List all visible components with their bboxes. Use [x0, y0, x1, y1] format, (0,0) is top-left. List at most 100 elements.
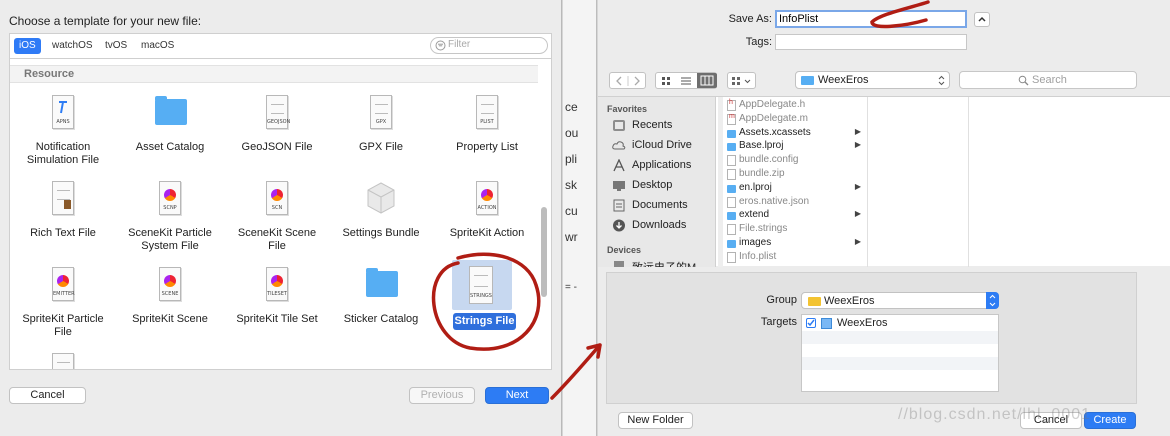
create-button[interactable]: Create: [1084, 412, 1136, 429]
template-partial[interactable]: [10, 353, 116, 369]
back-icon: [616, 76, 622, 86]
file-name: en.lproj: [739, 181, 772, 193]
tab-watchos[interactable]: watchOS: [47, 38, 98, 54]
file-name: AppDelegate.m: [739, 112, 808, 124]
file-row[interactable]: m AppDelegate.m: [727, 113, 867, 126]
template-label: Notification Simulation File: [26, 141, 100, 166]
template-property-list[interactable]: PLIST Property List: [434, 95, 540, 179]
file-icon: [727, 169, 736, 180]
disclosure-arrow-icon: ▶: [854, 209, 861, 219]
chevron-up-icon: [978, 16, 986, 22]
template-spritekit-scene[interactable]: SCENE SpriteKit Scene: [117, 267, 223, 351]
empty-row: [802, 357, 998, 370]
tab-macos[interactable]: macOS: [136, 38, 179, 54]
file-row[interactable]: File.strings: [727, 223, 867, 236]
target-checkbox[interactable]: [806, 318, 816, 328]
folder-row[interactable]: images ▶: [727, 237, 867, 250]
template-spritekit-action[interactable]: ACTION SpriteKit Action: [434, 181, 540, 265]
sidebar-item-documents[interactable]: Documents: [612, 198, 712, 214]
file-name: images: [739, 237, 772, 248]
file-row[interactable]: Info.plist: [727, 251, 867, 264]
cancel-button[interactable]: Cancel: [9, 387, 86, 404]
group-value: WeexEros: [824, 295, 875, 307]
sidebar-item-device[interactable]: 致远电子的M: [612, 258, 712, 267]
sidebar-item-recents[interactable]: Recents: [612, 118, 712, 134]
platform-tab-bar: iOS watchOS tvOS macOS Filter: [9, 33, 552, 58]
file-name: Info.plist: [739, 250, 777, 262]
apns-file-icon: APNS: [48, 95, 78, 133]
template-rich-text-file[interactable]: Rich Text File: [10, 181, 116, 265]
file-row[interactable]: h AppDelegate.h: [727, 99, 867, 112]
template-strings-file-selected[interactable]: STRINGS: [452, 260, 512, 310]
previous-button[interactable]: Previous: [409, 387, 475, 404]
file-icon: [48, 353, 78, 369]
folder-row[interactable]: en.lproj ▶: [727, 182, 867, 195]
template-settings-bundle[interactable]: Settings Bundle: [328, 181, 434, 265]
disclosure-arrow-icon: ▶: [854, 237, 861, 246]
favorites-heading: Favorites: [607, 104, 648, 114]
sidebar-item-downloads[interactable]: Downloads: [612, 218, 712, 234]
template-scenekit-scene-file[interactable]: SCN SceneKit Scene File: [224, 181, 330, 265]
sidebar-item-applications[interactable]: Applications: [612, 158, 712, 174]
rtf-file-icon: [48, 181, 78, 219]
group-popup[interactable]: WeexEros: [801, 292, 999, 309]
selected-template-label[interactable]: Strings File: [453, 313, 516, 330]
template-scenekit-particle-system-file[interactable]: SCNP SceneKit Particle System File: [117, 181, 223, 265]
expand-button[interactable]: [974, 12, 990, 27]
updown-chevron-icon: [938, 75, 945, 86]
view-mode-buttons[interactable]: [655, 72, 717, 89]
folder-row[interactable]: extend ▶: [727, 209, 867, 222]
background-text: = -: [565, 282, 577, 293]
empty-row: [802, 331, 998, 344]
save-as-field[interactable]: [775, 10, 967, 28]
file-name: bundle.zip: [739, 168, 785, 179]
template-spritekit-particle-file[interactable]: EMITTER SpriteKit Particle File: [10, 267, 116, 351]
save-sheet: Save As: Tags: WeexEros Search Favorites: [598, 0, 1170, 436]
template-gpx-file[interactable]: GPX GPX File: [328, 95, 434, 179]
template-geojson-file[interactable]: GEOJSON GeoJSON File: [224, 95, 330, 179]
icon-view-icon[interactable]: [658, 75, 674, 87]
file-icon: [727, 155, 736, 167]
search-field[interactable]: Search: [959, 71, 1137, 89]
targets-label: Targets: [760, 316, 797, 328]
updown-chevron-icon: [986, 292, 999, 309]
target-row[interactable]: WeexEros: [802, 315, 998, 331]
tab-ios[interactable]: iOS: [14, 38, 41, 54]
file-column: h AppDelegate.h m AppDelegate.m Assets.xcass…: [718, 97, 868, 267]
filter-field[interactable]: Filter: [430, 37, 548, 54]
empty-row: [802, 370, 998, 383]
template-label: SceneKit Particle System File: [128, 227, 212, 252]
file-row[interactable]: eros.native.json: [727, 196, 867, 209]
scnp-file-icon: SCNP: [155, 181, 185, 219]
file-row[interactable]: bundle.zip: [727, 168, 867, 181]
next-button[interactable]: Next: [485, 387, 549, 404]
tab-tvos[interactable]: tvOS: [100, 38, 132, 54]
background-window: ce ou pli sk cu wr = -: [563, 0, 597, 436]
folder-icon: [801, 76, 814, 85]
scrollbar[interactable]: [541, 207, 547, 297]
file-name: eros.native.json: [739, 195, 810, 207]
save-as-input[interactable]: [777, 12, 965, 26]
tags-field[interactable]: [775, 34, 967, 50]
icloud-icon: [612, 141, 626, 150]
template-label: SpriteKit Action: [449, 227, 525, 239]
sidebar-item-icloud-drive[interactable]: iCloud Drive: [612, 138, 712, 154]
template-sticker-catalog[interactable]: Sticker Catalog: [328, 267, 434, 351]
file-name: Assets.xcassets: [739, 126, 811, 138]
template-notification-simulation-file[interactable]: APNS Notification Simulation File: [10, 95, 116, 179]
watermark: //blog.csdn.net/lhl_0001: [898, 406, 1092, 423]
folder-icon: [727, 240, 736, 248]
template-asset-catalog[interactable]: Asset Catalog: [117, 95, 223, 179]
new-folder-button[interactable]: New Folder: [618, 412, 693, 429]
location-popup[interactable]: WeexEros: [795, 71, 950, 89]
list-view-icon[interactable]: [678, 75, 694, 87]
folder-row[interactable]: Assets.xcassets ▶: [727, 127, 867, 140]
file-row[interactable]: bundle.config: [727, 154, 867, 167]
arrange-menu-button[interactable]: [727, 72, 756, 89]
template-label: Sticker Catalog: [343, 313, 419, 325]
folder-row[interactable]: Base.lproj ▶: [727, 140, 867, 153]
template-label: SpriteKit Scene: [132, 313, 208, 325]
sidebar-item-desktop[interactable]: Desktop: [612, 178, 712, 194]
column-view-icon[interactable]: [697, 73, 717, 88]
template-spritekit-tile-set[interactable]: TILESET SpriteKit Tile Set: [224, 267, 330, 351]
